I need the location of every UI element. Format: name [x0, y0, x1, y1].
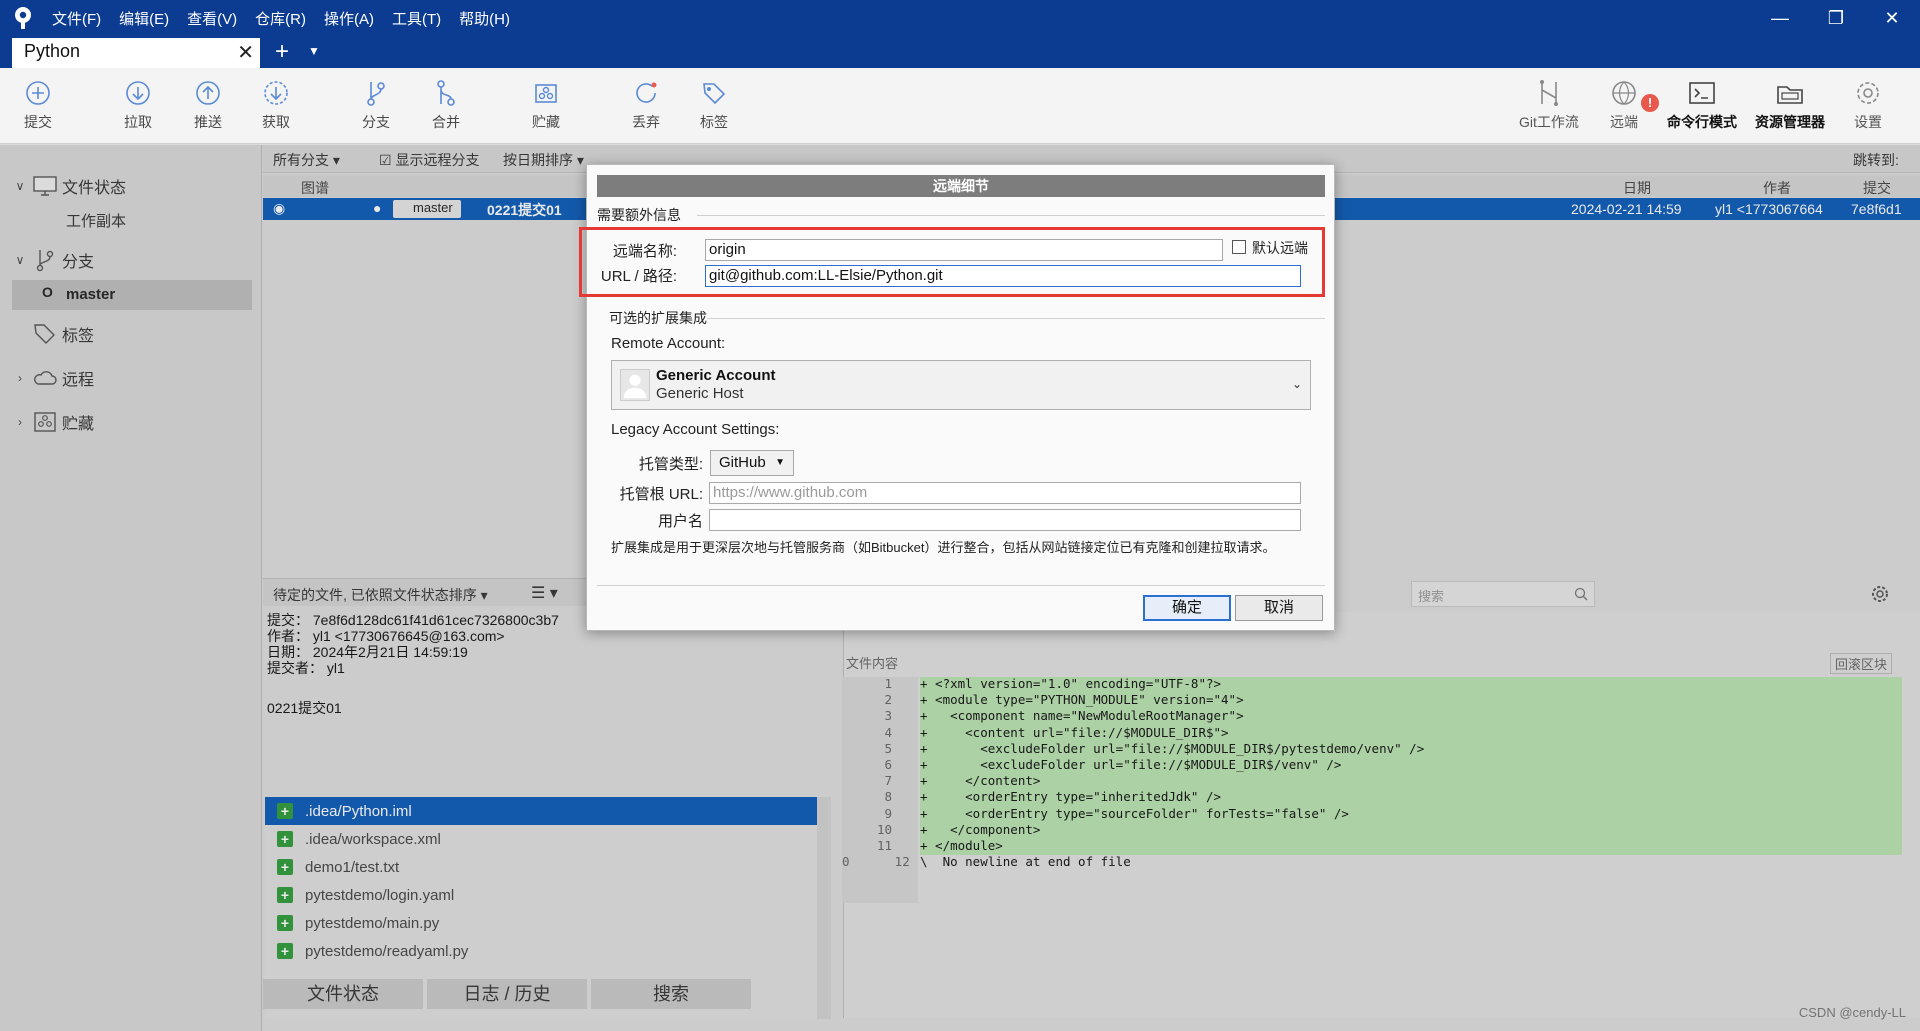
branch-button[interactable]: 分支: [346, 78, 406, 132]
chevron-down-icon: ▼: [775, 457, 785, 468]
remote-account-label: Remote Account:: [611, 335, 726, 352]
ok-button[interactable]: 确定: [1143, 595, 1231, 621]
commit-button[interactable]: 提交: [8, 78, 68, 132]
explorer-icon: [1775, 78, 1805, 108]
remote-name-label: 远端名称:: [612, 243, 677, 260]
dialog-title: 远端细节: [597, 175, 1325, 197]
terminal-button[interactable]: 命令行模式: [1660, 78, 1744, 132]
merge-icon: [431, 78, 461, 108]
account-name: Generic Account: [656, 367, 776, 384]
menu-repository[interactable]: 仓库(R): [255, 8, 306, 29]
fetch-icon: [261, 78, 291, 108]
host-type-select[interactable]: GitHub ▼: [710, 450, 794, 476]
username-field[interactable]: [709, 509, 1301, 531]
menu-bar: 文件(F) 编辑(E) 查看(V) 仓库(R) 操作(A) 工具(T) 帮助(H…: [52, 8, 510, 29]
legacy-settings-label: Legacy Account Settings:: [611, 421, 780, 438]
menu-help[interactable]: 帮助(H): [459, 8, 510, 29]
required-section-label: 需要额外信息: [597, 207, 681, 223]
tag-icon: [699, 78, 729, 108]
menu-actions[interactable]: 操作(A): [324, 8, 374, 29]
globe-icon: [1609, 78, 1639, 108]
push-button[interactable]: 推送: [178, 78, 238, 132]
menu-edit[interactable]: 编辑(E): [119, 8, 169, 29]
host-type-label: 托管类型:: [638, 456, 703, 473]
integration-description: 扩展集成是用于更深层次地与托管服务商（如Bitbucket）进行整合，包括从网站…: [611, 540, 1276, 555]
remote-name-field[interactable]: origin: [705, 239, 1223, 261]
avatar: [620, 369, 650, 401]
gitflow-button[interactable]: Git工作流: [1512, 78, 1586, 132]
branch-icon: [361, 78, 391, 108]
gitflow-icon: [1534, 78, 1564, 108]
account-host: Generic Host: [656, 385, 744, 402]
username-label: 用户名: [657, 513, 703, 530]
terminal-icon: [1687, 78, 1717, 108]
sourcetree-logo-icon: [12, 6, 34, 30]
fetch-button[interactable]: 获取: [246, 78, 306, 132]
stash-button[interactable]: 贮藏: [516, 78, 576, 132]
optional-section-label: 可选的扩展集成: [609, 310, 707, 326]
pull-button[interactable]: 拉取: [108, 78, 168, 132]
explorer-button[interactable]: 资源管理器: [1748, 78, 1832, 132]
menu-view[interactable]: 查看(V): [187, 8, 237, 29]
tab-title: Python: [24, 41, 81, 61]
discard-button[interactable]: 丢弃: [616, 78, 676, 132]
default-remote-label: 默认远端: [1252, 240, 1308, 256]
remote-account-select[interactable]: Generic Account Generic Host ⌄: [611, 360, 1311, 410]
close-icon[interactable]: ✕: [237, 40, 254, 65]
discard-icon: [631, 78, 661, 108]
minimize-icon[interactable]: —: [1752, 0, 1808, 36]
add-tab-icon[interactable]: +: [270, 38, 294, 66]
menu-file[interactable]: 文件(F): [52, 8, 101, 29]
tab-python[interactable]: Python ✕: [12, 38, 260, 68]
stash-icon: [531, 78, 561, 108]
merge-button[interactable]: 合并: [416, 78, 476, 132]
settings-button[interactable]: 设置: [1838, 78, 1898, 132]
chevron-down-icon: ⌄: [1291, 377, 1302, 391]
toolbar: 提交 拉取 推送 获取 分支 合并 贮藏 丢弃 标签 Git工作流 远端 命令行…: [0, 68, 1920, 144]
commit-plus-icon: [23, 78, 53, 108]
url-field[interactable]: git@github.com:LL-Elsie/Python.git: [705, 265, 1301, 287]
chevron-down-icon[interactable]: ▼: [308, 44, 320, 58]
remote-details-dialog: 远端细节 需要额外信息 远端名称: origin 默认远端 URL / 路径: …: [579, 164, 1335, 631]
window-controls: — ❐ ✕: [1752, 0, 1920, 36]
remote-alert-badge: !: [1641, 94, 1659, 112]
push-up-icon: [193, 78, 223, 108]
title-bar: 文件(F) 编辑(E) 查看(V) 仓库(R) 操作(A) 工具(T) 帮助(H…: [0, 0, 1920, 68]
restore-icon[interactable]: ❐: [1808, 0, 1864, 36]
host-root-url-label: 托管根 URL:: [619, 486, 703, 503]
gear-icon: [1853, 78, 1883, 108]
pull-down-icon: [123, 78, 153, 108]
url-label: URL / 路径:: [600, 268, 677, 285]
tag-button[interactable]: 标签: [684, 78, 744, 132]
close-window-icon[interactable]: ✕: [1864, 0, 1920, 36]
menu-tools[interactable]: 工具(T): [392, 8, 441, 29]
cancel-button[interactable]: 取消: [1235, 595, 1323, 621]
host-root-url-field[interactable]: https://www.github.com: [709, 482, 1301, 504]
default-remote-checkbox[interactable]: [1232, 240, 1246, 254]
